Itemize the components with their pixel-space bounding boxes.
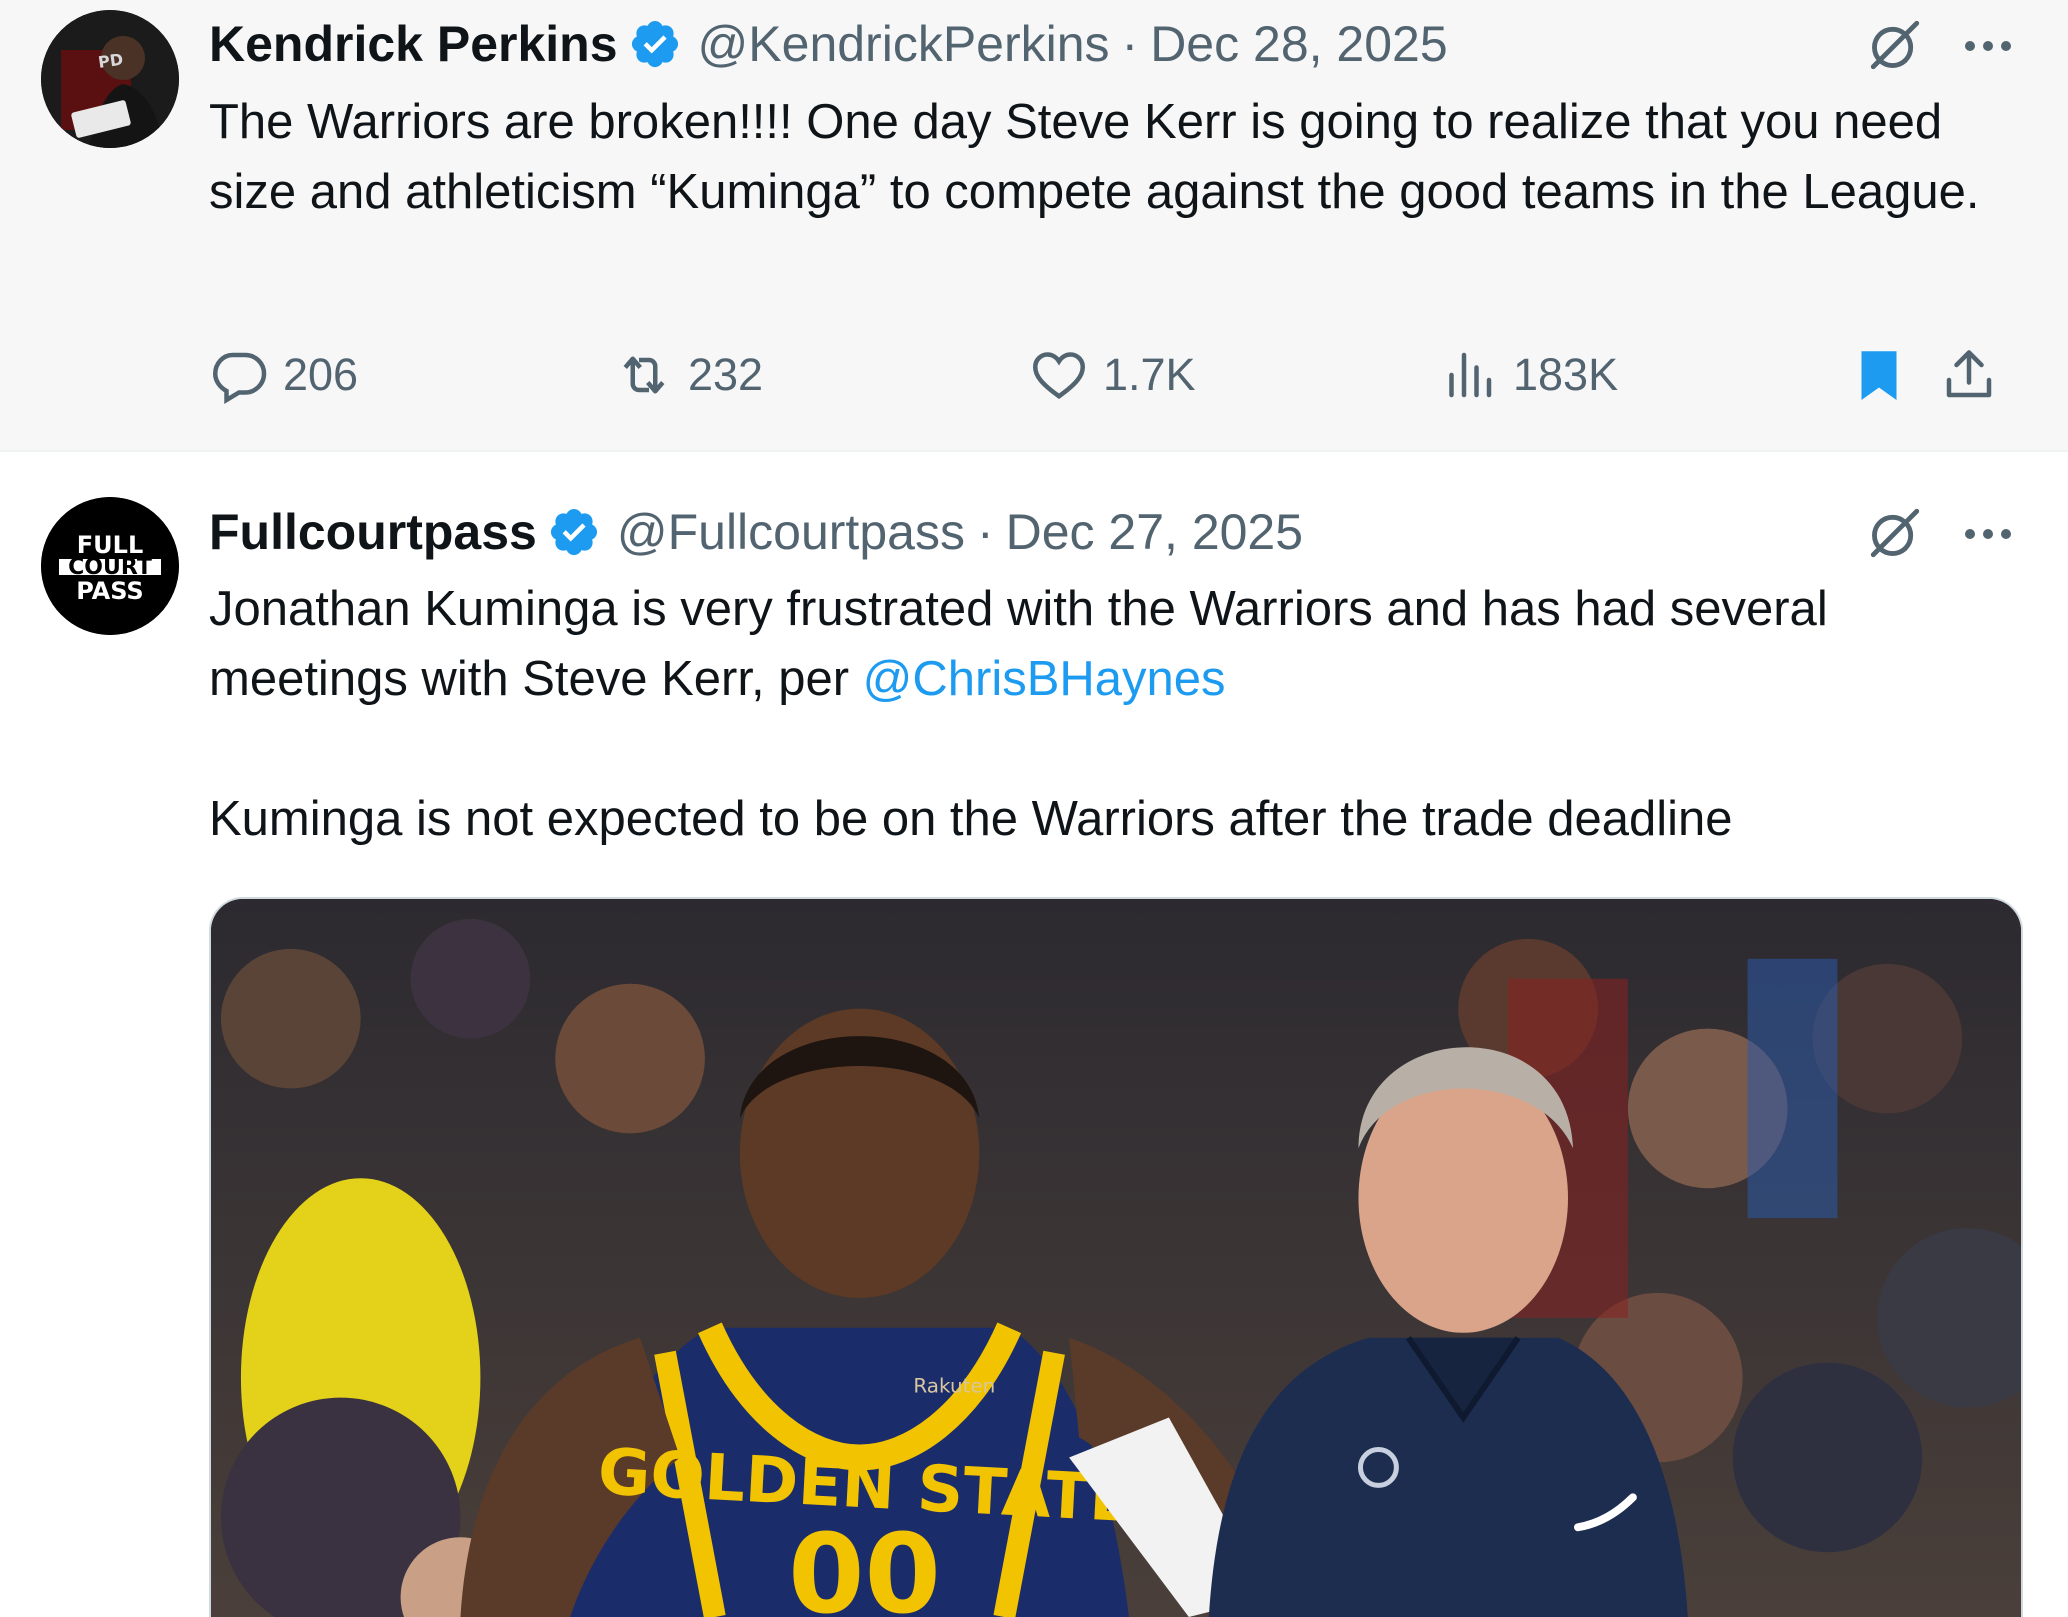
views-icon	[1449, 352, 1492, 398]
display-name[interactable]: Kendrick Perkins	[209, 15, 618, 73]
tweet-text: Jonathan Kuminga is very frustrated with…	[209, 574, 2019, 854]
tweet-kendrick-perkins[interactable]: PD Kendrick Perkins @KendrickPerkins · D…	[0, 0, 2068, 452]
repost-count: 232	[688, 349, 764, 400]
tweet-text: The Warriors are broken!!!! One day Stev…	[209, 95, 1980, 219]
avatar[interactable]: FULL COURT PASS	[41, 497, 179, 635]
reply-button[interactable]: 206	[209, 340, 358, 410]
bookmark-icon	[1861, 351, 1897, 400]
tweet-header: Kendrick Perkins @KendrickPerkins · Dec …	[209, 9, 1448, 79]
repost-icon	[623, 356, 665, 394]
tweet-header: Fullcourtpass @Fullcourtpass · Dec 27, 2…	[209, 497, 1303, 567]
repost-button[interactable]: 232	[614, 340, 763, 410]
handle[interactable]: @Fullcourtpass	[617, 503, 965, 561]
grok-icon[interactable]	[1866, 16, 1924, 74]
verified-badge-icon[interactable]	[628, 17, 682, 71]
fullcourtpass-logo: FULL COURT PASS	[41, 497, 179, 635]
avatar-image: PD	[41, 10, 179, 148]
more-icon[interactable]	[1960, 524, 2016, 544]
timestamp[interactable]: Dec 27, 2025	[1006, 503, 1303, 561]
bookmark-button[interactable]	[1849, 340, 1909, 410]
tweet-media-photo[interactable]: GOLDEN STATE 00 Rakuten	[209, 897, 2023, 1617]
timestamp[interactable]: Dec 28, 2025	[1150, 15, 1447, 73]
like-icon	[1032, 352, 1086, 400]
more-icon[interactable]	[1960, 36, 2016, 56]
verified-badge-icon[interactable]	[547, 505, 601, 559]
reply-count: 206	[283, 349, 359, 400]
handle[interactable]: @KendrickPerkins	[698, 15, 1110, 73]
svg-text:PASS: PASS	[76, 577, 143, 605]
grok-icon[interactable]	[1866, 504, 1924, 562]
view-count: 183K	[1513, 349, 1619, 400]
avatar[interactable]: PD	[41, 10, 179, 148]
views-button[interactable]: 183K	[1439, 340, 1618, 410]
like-button[interactable]: 1.7K	[1029, 340, 1196, 410]
like-count: 1.7K	[1103, 349, 1196, 400]
jersey-sponsor: Rakuten	[913, 1374, 995, 1398]
separator-dot: ·	[1121, 16, 1139, 72]
tweet-text-part2: Kuminga is not expected to be on the War…	[209, 792, 1733, 846]
share-icon	[1946, 350, 1992, 398]
svg-text:PD: PD	[97, 50, 124, 72]
display-name[interactable]: Fullcourtpass	[209, 503, 537, 561]
jersey-number: 00	[788, 1510, 941, 1617]
mention-link[interactable]: @ChrisBHaynes	[863, 652, 1226, 706]
tweet-fullcourtpass[interactable]: FULL COURT PASS Fullcourtpass @Fullcourt…	[0, 452, 2068, 1617]
separator-dot: ·	[976, 504, 994, 560]
share-button[interactable]	[1939, 340, 1999, 410]
photo-kuminga-kerr: GOLDEN STATE 00 Rakuten	[211, 899, 2021, 1617]
reply-icon	[212, 352, 267, 404]
action-bar: 206 232 1.7K 183K	[209, 340, 2039, 410]
